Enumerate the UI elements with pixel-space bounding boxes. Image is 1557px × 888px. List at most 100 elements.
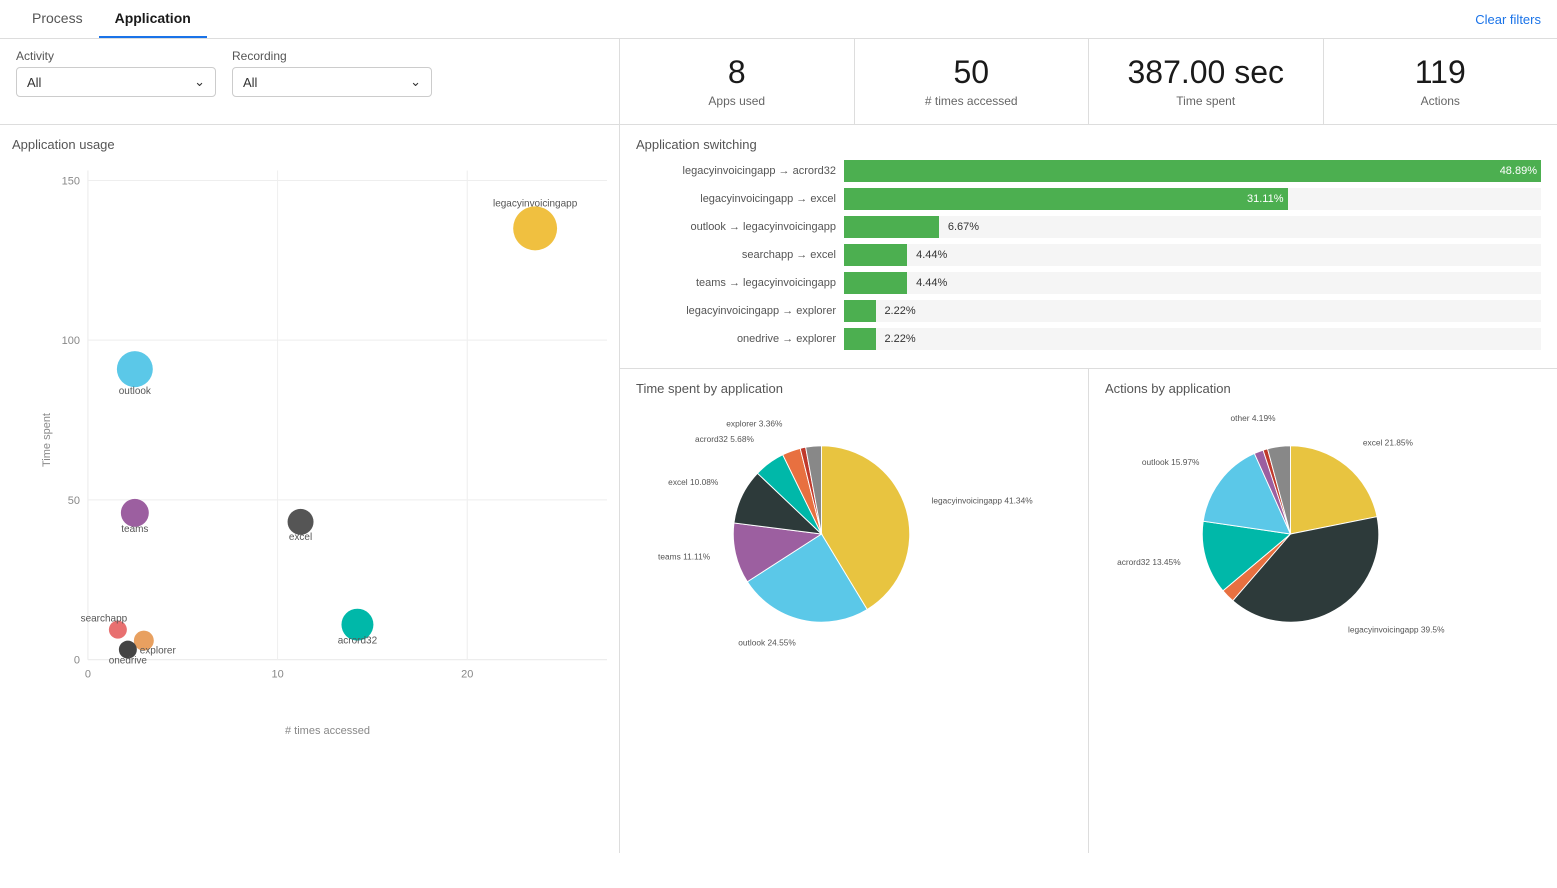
bar-label: legacyinvoicingapp → explorer (636, 305, 836, 317)
time-spent-title: Time spent by application (636, 381, 1072, 396)
tab-application[interactable]: Application (99, 0, 207, 38)
bar-value: 2.22% (884, 305, 915, 317)
pie-label: legacyinvoicingapp 39.5% (1348, 625, 1445, 635)
bar-value: 48.89% (1500, 165, 1537, 177)
bar-fill: 4.44% (844, 272, 907, 294)
recording-label: Recording (232, 49, 432, 63)
stat-time-spent: 387.00 sec Time spent (1088, 39, 1323, 124)
bar-track: 48.89% (844, 160, 1541, 182)
pie-label: explorer 3.36% (726, 419, 783, 429)
switching-bar-row: outlook → legacyinvoicingapp 6.67% (636, 216, 1541, 238)
bar-fill: 48.89% (844, 160, 1541, 182)
bar-value: 4.44% (916, 277, 947, 289)
switching-bar-row: onedrive → explorer 2.22% (636, 328, 1541, 350)
bar-track: 2.22% (844, 328, 1541, 350)
time-spent-section: Time spent by application legacyinvoicin… (620, 369, 1089, 853)
y-axis-label: Time spent (41, 413, 53, 467)
bar-label: legacyinvoicingapp → acrord32 (636, 165, 836, 177)
bar-track: 2.22% (844, 300, 1541, 322)
svg-text:0: 0 (85, 669, 91, 681)
left-panel: Application usage Time spent 0 50 (0, 125, 620, 853)
bar-label: searchapp → excel (636, 249, 836, 261)
bar-label: legacyinvoicingapp → excel (636, 193, 836, 205)
scatter-svg: 0 50 100 150 0 10 20 legacyinvoicingapp … (48, 160, 607, 720)
switching-bar-row: searchapp → excel 4.44% (636, 244, 1541, 266)
app-switching-title: Application switching (636, 137, 1541, 152)
switching-bar-row: legacyinvoicingapp → excel 31.11% (636, 188, 1541, 210)
bottom-charts: Time spent by application legacyinvoicin… (620, 369, 1557, 853)
switching-bars: legacyinvoicingapp → acrord32 48.89% legac… (636, 160, 1541, 350)
pie-label: other 4.19% (1231, 413, 1277, 423)
svg-text:onedrive: onedrive (109, 656, 148, 667)
bar-value: 2.22% (884, 333, 915, 345)
x-axis-label: # times accessed (48, 725, 607, 737)
svg-text:150: 150 (62, 176, 80, 188)
activity-filter-group: Activity All ⌄ (16, 49, 216, 114)
activity-label: Activity (16, 49, 216, 63)
svg-text:50: 50 (68, 495, 80, 507)
svg-text:legacyinvoicingapp: legacyinvoicingapp (493, 199, 578, 210)
tab-process[interactable]: Process (16, 0, 99, 38)
svg-text:acrord32: acrord32 (338, 636, 378, 647)
pie-label: outlook 15.97% (1142, 457, 1200, 467)
pie-label: outlook 24.55% (738, 637, 796, 647)
stat-actions: 119 Actions (1323, 39, 1557, 124)
bar-value: 6.67% (948, 221, 979, 233)
bubble-outlook[interactable] (117, 351, 153, 387)
time-pie-chart: legacyinvoicingapp 41.34% outlook 24.55% t… (636, 404, 1072, 664)
stat-times-accessed-value: 50 (875, 55, 1069, 90)
recording-select[interactable]: All ⌄ (232, 67, 432, 97)
svg-text:0: 0 (74, 655, 80, 667)
actions-title: Actions by application (1105, 381, 1541, 396)
pie-label: acrord32 5.68% (695, 434, 754, 444)
svg-text:searchapp: searchapp (81, 614, 128, 625)
stat-apps-used-label: Apps used (640, 94, 834, 108)
svg-text:excel: excel (289, 532, 312, 543)
bar-track: 31.11% (844, 188, 1541, 210)
bar-fill: 6.67% (844, 216, 939, 238)
recording-filter-group: Recording All ⌄ (232, 49, 432, 114)
stats-row: 8 Apps used 50 # times accessed 387.00 s… (620, 39, 1557, 124)
pie-label: legacyinvoicingapp 41.34% (932, 495, 1034, 505)
stat-apps-used: 8 Apps used (620, 39, 854, 124)
app-usage-title: Application usage (12, 137, 607, 152)
pie-label: acrord32 13.45% (1117, 557, 1181, 567)
svg-text:20: 20 (461, 669, 473, 681)
pie-label: excel 21.85% (1363, 438, 1414, 448)
activity-select[interactable]: All ⌄ (16, 67, 216, 97)
svg-text:100: 100 (62, 335, 80, 347)
bar-label: teams → legacyinvoicingapp (636, 277, 836, 289)
bubble-teams[interactable] (121, 499, 149, 527)
stat-times-accessed-label: # times accessed (875, 94, 1069, 108)
bar-label: onedrive → explorer (636, 333, 836, 345)
actions-pie-chart: excel 21.85% legacyinvoicingapp 39.5% acro… (1105, 404, 1541, 664)
bar-fill: 4.44% (844, 244, 907, 266)
svg-text:outlook: outlook (119, 386, 151, 397)
svg-text:teams: teams (121, 524, 148, 535)
bar-fill: 31.11% (844, 188, 1288, 210)
clear-filters-button[interactable]: Clear filters (1475, 2, 1541, 37)
scatter-chart: Time spent 0 50 100 150 (48, 160, 607, 720)
switching-bar-row: legacyinvoicingapp → explorer 2.22% (636, 300, 1541, 322)
bar-label: outlook → legacyinvoicingapp (636, 221, 836, 233)
main-content: Application usage Time spent 0 50 (0, 125, 1557, 853)
bar-value: 31.11% (1247, 193, 1284, 205)
tab-bar: Process Application Clear filters (0, 0, 1557, 39)
pie-label: excel 10.08% (668, 477, 719, 487)
stat-actions-value: 119 (1344, 55, 1538, 90)
pie-label: teams 11.11% (658, 551, 711, 561)
app-switching-section: Application switching legacyinvoicingapp… (620, 125, 1557, 369)
bubble-legacyinvoicingapp[interactable] (513, 207, 557, 251)
bar-value: 4.44% (916, 249, 947, 261)
recording-value: All (243, 75, 257, 90)
bar-fill: 2.22% (844, 300, 876, 322)
activity-value: All (27, 75, 41, 90)
bar-track: 6.67% (844, 216, 1541, 238)
switching-bar-row: teams → legacyinvoicingapp 4.44% (636, 272, 1541, 294)
filters-panel: Activity All ⌄ Recording All ⌄ (0, 39, 620, 124)
stat-actions-label: Actions (1344, 94, 1538, 108)
recording-chevron-icon: ⌄ (410, 74, 421, 90)
activity-chevron-icon: ⌄ (194, 74, 205, 90)
stat-times-accessed: 50 # times accessed (854, 39, 1089, 124)
svg-text:10: 10 (271, 669, 283, 681)
